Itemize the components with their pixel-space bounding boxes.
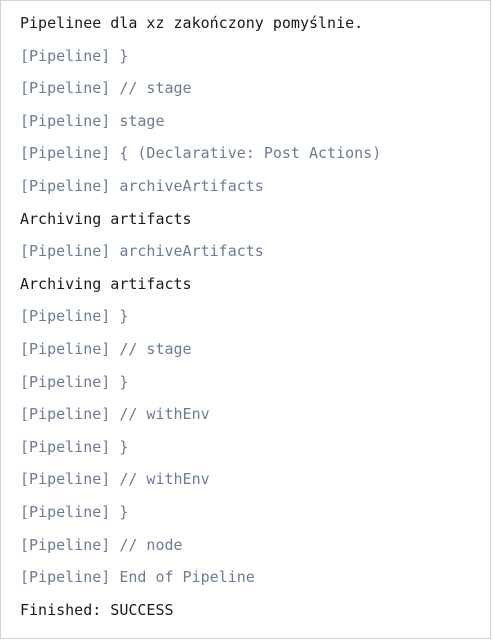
- console-line: [Pipeline] }: [20, 307, 129, 326]
- console-line: Archiving artifacts: [20, 274, 192, 293]
- console-line: [Pipeline] }: [20, 372, 129, 391]
- console-line: [Pipeline] // withEnv: [20, 470, 210, 489]
- finished-status: Finished: SUCCESS: [20, 600, 174, 619]
- console-output-panel: Pipelinee dla xz zakończony pomyślnie. […: [0, 0, 491, 639]
- console-line: [Pipeline] }: [20, 502, 129, 521]
- console-line: Pipelinee dla xz zakończony pomyślnie.: [20, 14, 364, 32]
- console-line: [Pipeline] }: [20, 437, 129, 456]
- console-line: [Pipeline] // stage: [20, 79, 192, 98]
- console-line: [Pipeline] // stage: [20, 339, 192, 358]
- console-log: Pipelinee dla xz zakończony pomyślnie. […: [20, 7, 381, 626]
- console-line: [Pipeline] stage: [20, 111, 165, 130]
- console-line: [Pipeline] archiveArtifacts: [20, 242, 264, 261]
- console-line: [Pipeline] // withEnv: [20, 405, 210, 424]
- console-line: [Pipeline] { (Declarative: Post Actions): [20, 144, 382, 163]
- console-line: [Pipeline] End of Pipeline: [20, 568, 255, 587]
- console-line: [Pipeline] // node: [20, 535, 183, 554]
- console-line: [Pipeline] }: [20, 46, 129, 65]
- console-line: [Pipeline] archiveArtifacts: [20, 176, 264, 195]
- console-line: Archiving artifacts: [20, 209, 192, 228]
